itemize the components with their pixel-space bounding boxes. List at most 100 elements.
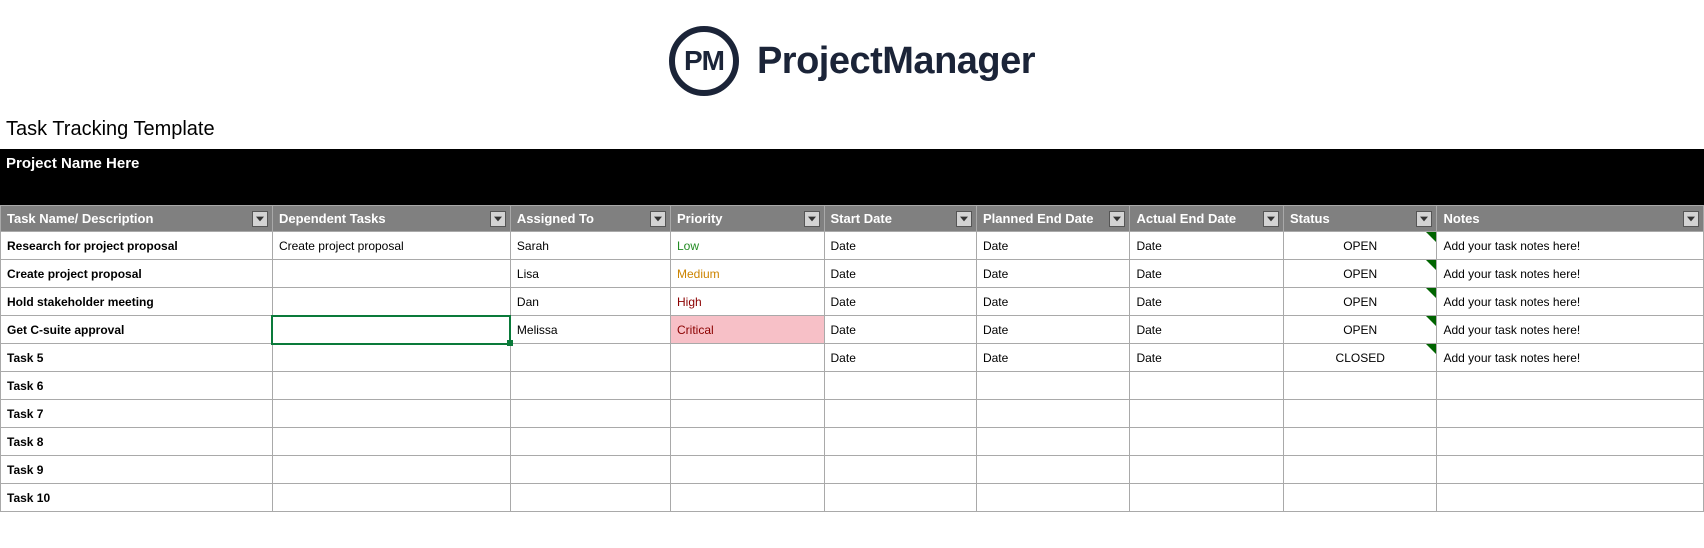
col-header-pri[interactable]: Priority — [671, 206, 825, 232]
cell-dep[interactable] — [272, 288, 510, 316]
col-header-asg[interactable]: Assigned To — [510, 206, 670, 232]
cell-notes[interactable] — [1437, 428, 1704, 456]
cell-task[interactable]: Task 7 — [1, 400, 273, 428]
cell-dep[interactable] — [272, 260, 510, 288]
cell-dep[interactable] — [272, 484, 510, 512]
cell-pri[interactable] — [671, 372, 825, 400]
cell-task[interactable]: Task 8 — [1, 428, 273, 456]
cell-start[interactable] — [824, 456, 976, 484]
cell-asg[interactable] — [510, 400, 670, 428]
cell-asg[interactable] — [510, 372, 670, 400]
cell-dep[interactable] — [272, 428, 510, 456]
cell-aend[interactable]: Date — [1130, 344, 1284, 372]
cell-task[interactable]: Hold stakeholder meeting — [1, 288, 273, 316]
cell-pend[interactable]: Date — [976, 232, 1130, 260]
cell-pri[interactable] — [671, 428, 825, 456]
cell-asg[interactable] — [510, 428, 670, 456]
cell-start[interactable] — [824, 400, 976, 428]
col-header-status[interactable]: Status — [1283, 206, 1437, 232]
cell-pri[interactable] — [671, 400, 825, 428]
cell-asg[interactable] — [510, 456, 670, 484]
cell-status[interactable]: CLOSED — [1283, 344, 1437, 372]
cell-pri[interactable]: Critical — [671, 316, 825, 344]
cell-pend[interactable] — [976, 484, 1130, 512]
cell-dep[interactable] — [272, 456, 510, 484]
selection-handle-icon[interactable] — [507, 340, 513, 346]
cell-aend[interactable] — [1130, 400, 1284, 428]
cell-pri[interactable] — [671, 484, 825, 512]
cell-aend[interactable]: Date — [1130, 260, 1284, 288]
cell-aend[interactable] — [1130, 484, 1284, 512]
cell-status[interactable] — [1283, 456, 1437, 484]
filter-dropdown-icon[interactable] — [252, 211, 268, 227]
cell-pend[interactable] — [976, 428, 1130, 456]
cell-notes[interactable] — [1437, 484, 1704, 512]
col-header-notes[interactable]: Notes — [1437, 206, 1704, 232]
cell-notes[interactable]: Add your task notes here! — [1437, 344, 1704, 372]
filter-dropdown-icon[interactable] — [1683, 211, 1699, 227]
cell-notes[interactable] — [1437, 456, 1704, 484]
cell-pend[interactable] — [976, 400, 1130, 428]
cell-pend[interactable] — [976, 456, 1130, 484]
cell-dep[interactable]: Create project proposal — [272, 232, 510, 260]
cell-dep[interactable] — [272, 344, 510, 372]
cell-notes[interactable]: Add your task notes here! — [1437, 316, 1704, 344]
cell-notes[interactable]: Add your task notes here! — [1437, 232, 1704, 260]
filter-dropdown-icon[interactable] — [1263, 211, 1279, 227]
cell-start[interactable]: Date — [824, 316, 976, 344]
cell-pri[interactable]: High — [671, 288, 825, 316]
cell-asg[interactable] — [510, 484, 670, 512]
filter-dropdown-icon[interactable] — [490, 211, 506, 227]
col-header-pend[interactable]: Planned End Date — [976, 206, 1130, 232]
cell-task[interactable]: Task 5 — [1, 344, 273, 372]
project-name-bar[interactable]: Project Name Here — [0, 149, 1704, 205]
col-header-start[interactable]: Start Date — [824, 206, 976, 232]
cell-notes[interactable]: Add your task notes here! — [1437, 260, 1704, 288]
cell-task[interactable]: Task 6 — [1, 372, 273, 400]
cell-task[interactable]: Create project proposal — [1, 260, 273, 288]
cell-pend[interactable]: Date — [976, 344, 1130, 372]
cell-notes[interactable]: Add your task notes here! — [1437, 288, 1704, 316]
cell-pend[interactable]: Date — [976, 316, 1130, 344]
cell-aend[interactable]: Date — [1130, 288, 1284, 316]
cell-dep[interactable] — [272, 400, 510, 428]
cell-start[interactable]: Date — [824, 288, 976, 316]
col-header-task[interactable]: Task Name/ Description — [1, 206, 273, 232]
cell-pend[interactable]: Date — [976, 288, 1130, 316]
cell-task[interactable]: Task 10 — [1, 484, 273, 512]
filter-dropdown-icon[interactable] — [650, 211, 666, 227]
cell-start[interactable]: Date — [824, 260, 976, 288]
cell-start[interactable]: Date — [824, 232, 976, 260]
cell-aend[interactable] — [1130, 372, 1284, 400]
col-header-aend[interactable]: Actual End Date — [1130, 206, 1284, 232]
cell-start[interactable] — [824, 428, 976, 456]
filter-dropdown-icon[interactable] — [1109, 211, 1125, 227]
cell-asg[interactable]: Dan — [510, 288, 670, 316]
cell-status[interactable]: OPEN — [1283, 316, 1437, 344]
cell-notes[interactable] — [1437, 400, 1704, 428]
cell-asg[interactable]: Lisa — [510, 260, 670, 288]
cell-start[interactable] — [824, 372, 976, 400]
cell-start[interactable] — [824, 484, 976, 512]
cell-pri[interactable]: Low — [671, 232, 825, 260]
cell-task[interactable]: Get C-suite approval — [1, 316, 273, 344]
cell-status[interactable] — [1283, 428, 1437, 456]
cell-asg[interactable] — [510, 344, 670, 372]
cell-pend[interactable] — [976, 372, 1130, 400]
cell-status[interactable]: OPEN — [1283, 260, 1437, 288]
cell-dep[interactable] — [272, 372, 510, 400]
cell-task[interactable]: Task 9 — [1, 456, 273, 484]
cell-status[interactable] — [1283, 484, 1437, 512]
cell-pri[interactable] — [671, 456, 825, 484]
cell-task[interactable]: Research for project proposal — [1, 232, 273, 260]
cell-aend[interactable]: Date — [1130, 232, 1284, 260]
col-header-dep[interactable]: Dependent Tasks — [272, 206, 510, 232]
cell-status[interactable] — [1283, 400, 1437, 428]
cell-status[interactable]: OPEN — [1283, 232, 1437, 260]
filter-dropdown-icon[interactable] — [804, 211, 820, 227]
filter-dropdown-icon[interactable] — [956, 211, 972, 227]
cell-pend[interactable]: Date — [976, 260, 1130, 288]
cell-aend[interactable]: Date — [1130, 316, 1284, 344]
cell-dep[interactable] — [272, 316, 510, 344]
cell-status[interactable] — [1283, 372, 1437, 400]
